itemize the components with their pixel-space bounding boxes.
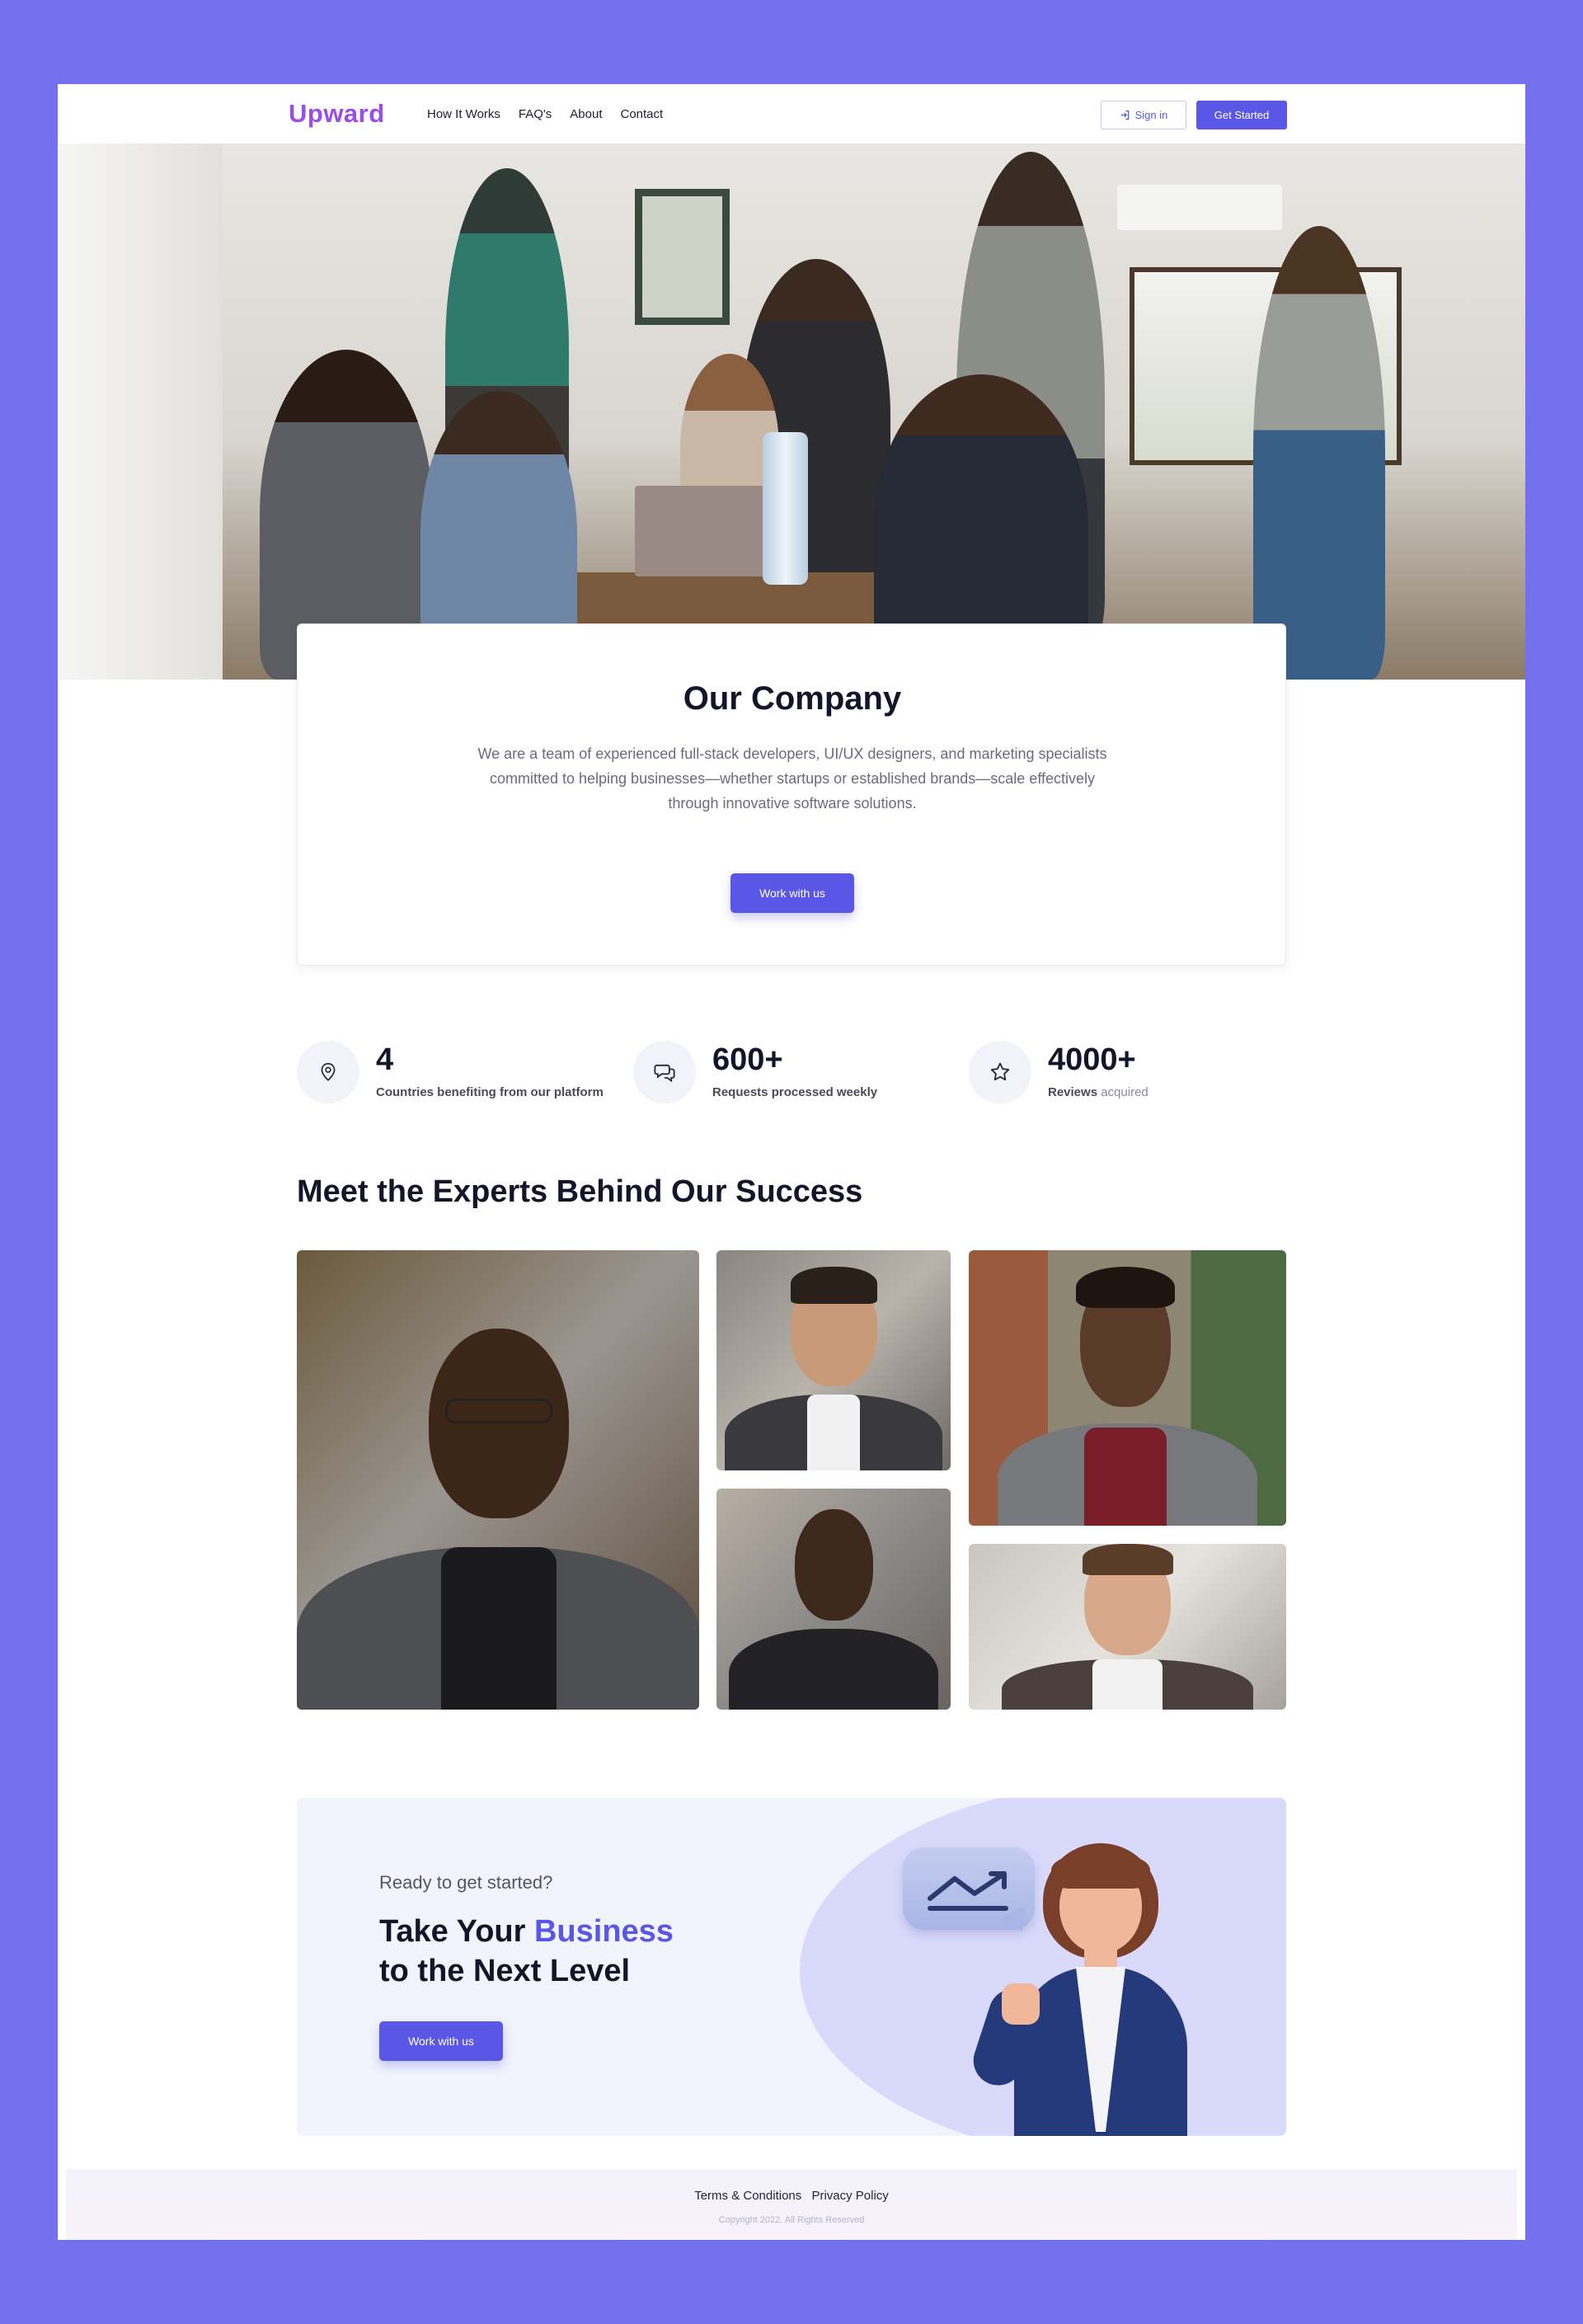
stat-value: 4000+ bbox=[1048, 1042, 1136, 1077]
copyright: Copyright 2022. All Rights Reserved bbox=[718, 2215, 865, 2225]
stat-requests: 600+ Requests processed weekly bbox=[633, 1041, 963, 1107]
hero-air-conditioner bbox=[1117, 185, 1282, 230]
glasses bbox=[445, 1399, 552, 1423]
expert-photo bbox=[969, 1544, 1286, 1710]
stat-label: Reviews acquired bbox=[1048, 1085, 1148, 1099]
work-with-us-button[interactable]: Work with us bbox=[730, 873, 854, 913]
nav-link-contact[interactable]: Contact bbox=[620, 107, 663, 121]
company-title: Our Company bbox=[683, 680, 902, 717]
sign-in-icon bbox=[1120, 110, 1129, 120]
hero-wall-picture bbox=[635, 189, 730, 325]
hero-laptop bbox=[635, 486, 775, 576]
stat-reviews: 4000+ Reviews acquired bbox=[969, 1041, 1286, 1107]
hero-water-bottle bbox=[763, 432, 808, 585]
company-card: Our Company We are a team of experienced… bbox=[297, 623, 1286, 966]
stat-label-text: Countries benefiting from our platform bbox=[376, 1085, 604, 1099]
star-icon bbox=[969, 1041, 1031, 1103]
stat-label: Requests processed weekly bbox=[712, 1085, 877, 1099]
cta-title-accent: Business bbox=[533, 1914, 674, 1949]
cta-title-part2: to the Next Level bbox=[379, 1954, 631, 1988]
hero-window-left bbox=[58, 143, 223, 680]
hero-image bbox=[58, 143, 1525, 680]
cta-pretitle: Ready to get started? bbox=[379, 1872, 553, 1893]
experts-title: Meet the Experts Behind Our Success bbox=[297, 1174, 863, 1209]
sign-in-label: Sign in bbox=[1134, 109, 1168, 121]
nav-link-faqs[interactable]: FAQ's bbox=[519, 107, 552, 121]
hair bbox=[1083, 1544, 1173, 1575]
expert-photo bbox=[297, 1250, 699, 1710]
cta-title: Take Your Business to the Next Level bbox=[379, 1912, 674, 1991]
hair bbox=[1076, 1267, 1175, 1308]
stat-value: 4 bbox=[376, 1042, 394, 1077]
hair bbox=[791, 1267, 877, 1304]
privacy-link[interactable]: Privacy Policy bbox=[811, 2189, 888, 2203]
cta-work-with-us-button[interactable]: Work with us bbox=[379, 2021, 503, 2061]
stat-countries: 4 Countries benefiting from our platform bbox=[297, 1041, 627, 1107]
nav-links: How It Works FAQ's About Contact bbox=[427, 107, 663, 121]
logo[interactable]: Upward bbox=[289, 99, 385, 129]
stat-label-text: Reviews bbox=[1048, 1085, 1098, 1099]
company-description: We are a team of experienced full-stack … bbox=[477, 746, 1107, 812]
stat-value: 600+ bbox=[712, 1042, 783, 1077]
cta-title-part1: Take Your bbox=[379, 1914, 534, 1949]
businesswoman-illustration bbox=[966, 1843, 1220, 2136]
page: Upward How It Works FAQ's About Contact … bbox=[58, 84, 1525, 2240]
cta-section: Ready to get started? Take Your Business… bbox=[297, 1798, 1286, 2136]
footer: Terms & Conditions Privacy Policy Copyri… bbox=[66, 2169, 1517, 2240]
navbar: Upward How It Works FAQ's About Contact … bbox=[58, 84, 1525, 143]
expert-photo bbox=[969, 1250, 1286, 1526]
chat-bubbles-icon bbox=[633, 1041, 696, 1103]
terms-link[interactable]: Terms & Conditions bbox=[694, 2189, 801, 2203]
stat-label-muted: acquired bbox=[1101, 1085, 1148, 1099]
hero-person bbox=[1253, 226, 1385, 680]
get-started-button[interactable]: Get Started bbox=[1196, 101, 1287, 129]
stat-label-text: Requests processed weekly bbox=[712, 1085, 878, 1099]
stat-label: Countries benefiting from our platform bbox=[376, 1085, 604, 1099]
nav-link-how-it-works[interactable]: How It Works bbox=[427, 107, 500, 121]
expert-photo bbox=[716, 1250, 951, 1470]
sign-in-button[interactable]: Sign in bbox=[1101, 101, 1186, 129]
location-pin-icon bbox=[297, 1041, 359, 1103]
stats-row: 4 Countries benefiting from our platform… bbox=[297, 1041, 1286, 1107]
expert-photo bbox=[716, 1489, 951, 1710]
nav-link-about[interactable]: About bbox=[570, 107, 602, 121]
footer-links: Terms & Conditions Privacy Policy bbox=[66, 2189, 1517, 2203]
